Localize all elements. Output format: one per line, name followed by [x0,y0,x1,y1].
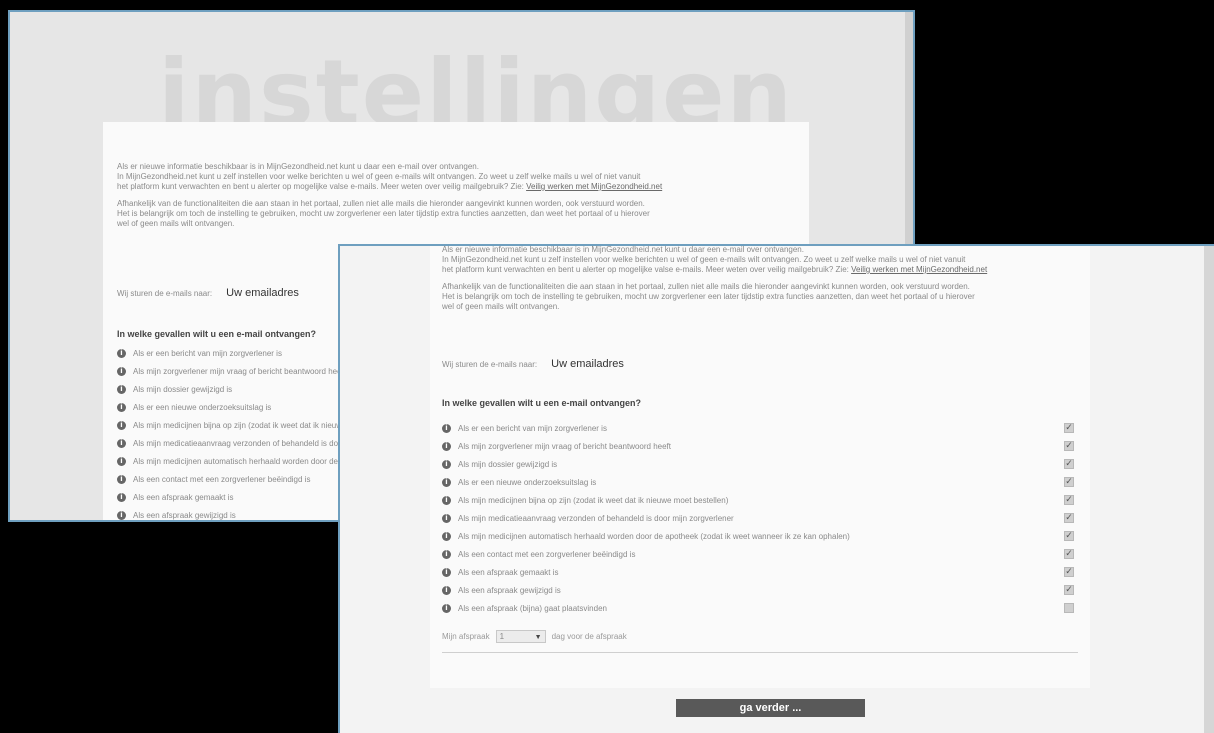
option-checkbox[interactable]: ✓ [1064,531,1074,541]
frequency-prefix: Mijn afspraak [442,632,490,641]
option-checkbox[interactable]: ✓ [1064,549,1074,559]
info-icon[interactable]: i [117,474,126,484]
option-label: Als mijn zorgverlener mijn vraag of beri… [458,441,671,451]
option-label: Als een afspraak gewijzigd is [458,585,561,595]
info-icon[interactable]: i [442,549,451,559]
info-icon[interactable]: i [442,477,451,487]
option-row[interactable]: i Als een contact met een zorgverlener be… [442,545,1074,563]
info-icon[interactable]: i [442,513,451,523]
days-select-value: 1 [499,632,505,641]
info-icon[interactable]: i [442,567,451,577]
chevron-down-icon: ▼ [534,634,542,641]
option-checkbox[interactable]: ✓ [1064,459,1074,469]
intro-line: In MijnGezondheid.net kunt u zelf instel… [117,172,641,181]
intro-line: het platform kunt verwachten en bent u a… [442,265,849,274]
front-window-scrollbar[interactable] [1204,246,1214,733]
option-checkbox[interactable]: ✓ [1064,513,1074,523]
option-checkbox[interactable]: ✓ [1064,441,1074,451]
info-icon[interactable]: i [117,510,126,520]
intro-line: wel of geen mails wilt ontvangen. [442,302,560,311]
option-row[interactable]: i Als er een bericht van mijn zorgverlene… [442,419,1074,437]
info-icon[interactable]: i [117,348,126,358]
continue-button[interactable]: ga verder ... [676,699,865,717]
intro-line: wel of geen mails wilt ontvangen. [117,219,235,228]
option-label: Als mijn medicatieaanvraag verzonden of … [458,513,734,523]
email-address: Uw emailadres [551,358,624,370]
option-checkbox[interactable] [1064,603,1074,613]
email-row: Wij sturen de e-mails naar: Uw emailadre… [442,358,624,370]
info-icon[interactable]: i [442,423,451,433]
option-row[interactable]: i Als er een nieuwe onderzoeksuitslag is ✓ [442,473,1074,491]
intro-line: Het is belangrijk om toch de instelling … [442,292,975,301]
option-checkbox[interactable]: ✓ [1064,477,1074,487]
option-label: Als mijn medicijnen bijna op zijn (zodat… [458,495,729,505]
info-icon[interactable]: i [117,492,126,502]
info-icon[interactable]: i [442,441,451,451]
back-question-title: In welke gevallen wilt u een e-mail ontv… [117,329,317,339]
option-row[interactable]: i Als mijn zorgverlener mijn vraag of ber… [442,437,1074,455]
safe-working-link[interactable]: Veilig werken met MijnGezondheid.net [526,182,662,191]
option-label: Als mijn medicijnen automatisch herhaald… [458,531,850,541]
option-checkbox[interactable]: ✓ [1064,567,1074,577]
option-row[interactable]: i Als een afspraak gewijzigd is ✓ [442,581,1074,599]
option-row[interactable]: i Als een afspraak (bijna) gaat plaatsvin… [442,599,1074,617]
safe-working-link[interactable]: Veilig werken met MijnGezondheid.net [851,265,987,274]
info-icon[interactable]: i [442,495,451,505]
option-row[interactable]: i Als mijn medicatieaanvraag verzonden of… [442,509,1074,527]
option-row[interactable]: i Als mijn medicijnen bijna op zijn (zoda… [442,491,1074,509]
info-icon[interactable]: i [117,456,126,466]
option-label: Als er een bericht van mijn zorgverlener… [458,423,607,433]
option-label: Als een afspraak (bijna) gaat plaatsvind… [458,603,607,613]
email-label: Wij sturen de e-mails naar: [442,359,538,369]
email-address: Uw emailadres [226,287,299,299]
days-select[interactable]: 1 ▼ [495,630,546,643]
option-label: Als er een nieuwe onderzoeksuitslag is [458,477,597,487]
back-email-row: Wij sturen de e-mails naar: Uw emailadre… [117,287,299,299]
info-icon[interactable]: i [442,603,451,613]
divider [442,652,1078,653]
intro-line: Als er nieuwe informatie beschikbaar is … [442,245,804,254]
settings-panel: Als er nieuwe informatie beschikbaar is … [430,246,1090,688]
info-icon[interactable]: i [117,384,126,394]
front-window: Als er nieuwe informatie beschikbaar is … [338,244,1214,733]
info-icon[interactable]: i [442,459,451,469]
intro-line: Afhankelijk van de functionaliteiten die… [442,282,970,291]
info-icon[interactable]: i [117,420,126,430]
intro-line: Als er nieuwe informatie beschikbaar is … [117,162,479,171]
option-checkbox[interactable]: ✓ [1064,423,1074,433]
option-checkbox[interactable]: ✓ [1064,585,1074,595]
email-label: Wij sturen de e-mails naar: [117,288,213,298]
option-checkbox[interactable]: ✓ [1064,495,1074,505]
intro-line: het platform kunt verwachten en bent u a… [117,182,524,191]
info-icon[interactable]: i [117,366,126,376]
option-label: Als mijn dossier gewijzigd is [458,459,558,469]
reminder-frequency-row: Mijn afspraak 1 ▼ dag voor de afspraak [442,630,627,643]
option-row[interactable]: i Als een afspraak gemaakt is ✓ [442,563,1074,581]
info-icon[interactable]: i [442,585,451,595]
options-list: i Als er een bericht van mijn zorgverlene… [442,419,1074,617]
intro-line: Het is belangrijk om toch de instelling … [117,209,650,218]
option-row[interactable]: i Als mijn medicijnen automatisch herhaal… [442,527,1074,545]
back-intro-text: Als er nieuwe informatie beschikbaar is … [113,162,811,236]
question-title: In welke gevallen wilt u een e-mail ontv… [442,398,642,408]
info-icon[interactable]: i [117,402,126,412]
option-row[interactable]: i Als mijn dossier gewijzigd is ✓ [442,455,1074,473]
intro-line: Afhankelijk van de functionaliteiten die… [117,199,645,208]
intro-text: Als er nieuwe informatie beschikbaar is … [438,245,1096,319]
info-icon[interactable]: i [442,531,451,541]
option-label: Als een contact met een zorgverlener beë… [458,549,636,559]
option-label: Als een afspraak gemaakt is [458,567,559,577]
frequency-suffix: dag voor de afspraak [551,632,627,641]
info-icon[interactable]: i [117,438,126,448]
intro-line: In MijnGezondheid.net kunt u zelf instel… [442,255,966,264]
